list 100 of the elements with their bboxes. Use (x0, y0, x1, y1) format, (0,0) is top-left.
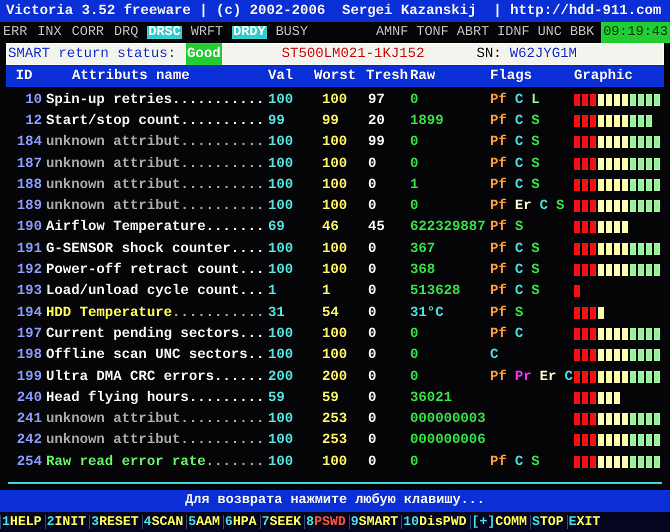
function-key[interactable]: [+]COMM (470, 515, 527, 529)
worst-cell-text: 46 (321, 220, 340, 234)
flag-label: Pf (490, 284, 507, 298)
function-key[interactable]: 7SEEK (260, 515, 302, 529)
status-indicator: BBK (568, 26, 596, 40)
threshold-cell-text: 99 (367, 135, 386, 150)
function-key[interactable]: 6HPA (222, 515, 257, 529)
flag-label: Pf (490, 242, 507, 256)
attribute-id: 242 (16, 433, 42, 448)
column-header: Attributs name (71, 69, 191, 83)
attribute-name: unknown attribut.......... (46, 156, 264, 171)
threshold-cell-text: 0 (367, 433, 378, 448)
flag-label: S (531, 242, 540, 256)
function-key[interactable]: STOP (530, 515, 564, 529)
flag-label: S (556, 199, 564, 214)
value-cell-text: 59 (268, 390, 286, 405)
flag-label: C (514, 156, 524, 171)
attribute-name: Spin-up retries........... (46, 92, 264, 107)
function-key[interactable]: 2INIT (44, 515, 86, 529)
function-key[interactable]: 4SCAN (142, 515, 184, 529)
attribute-id: 193 (16, 284, 42, 298)
worst-cell-text: 100 (321, 454, 348, 469)
attribute-id: 188 (16, 178, 42, 192)
dot-leader: ....... (206, 454, 264, 469)
worst-cell-text: 253 (321, 433, 348, 448)
flag-label: S (531, 114, 540, 128)
value-cell-text: 100 (268, 135, 294, 150)
flag-label: C (514, 284, 524, 298)
value-cell-text: 100 (268, 199, 294, 214)
threshold-cell-text: 0 (367, 242, 378, 256)
worst-cell-text: 100 (321, 156, 348, 171)
column-header: Worst (314, 69, 358, 83)
attribute-id: 194 (16, 306, 42, 320)
message-bar: Для возврата нажмите любую клавишу... (0, 490, 670, 512)
serial-label: SN: (476, 47, 502, 61)
flag-label: Pf (490, 92, 507, 107)
function-key[interactable]: 9SMART (348, 515, 398, 529)
attribute-id: 197 (16, 326, 42, 341)
flag-label: C (514, 135, 524, 150)
attribute-id: 254 (16, 454, 42, 469)
attribute-name: unknown attribut.......... (46, 178, 264, 192)
worst-cell-text: 100 (321, 326, 348, 341)
function-key[interactable]: 3RESET (89, 515, 139, 529)
flag-label: C (514, 263, 524, 278)
threshold-cell-text: 0 (367, 284, 378, 298)
flag-label: Pf (490, 370, 507, 384)
flag-label: Pf (490, 326, 507, 341)
threshold-cell-text: 0 (367, 370, 378, 384)
attribute-name: unknown attribut.......... (46, 135, 264, 150)
smart-status-value: Good (186, 43, 222, 65)
column-header: Graphic (574, 69, 634, 83)
attribute-id: 198 (16, 348, 42, 362)
attribute-name: unknown attribut.......... (46, 433, 264, 448)
worst-cell-text: 253 (321, 412, 348, 426)
threshold-cell-text: 0 (367, 199, 378, 214)
threshold-cell-text: 0 (367, 412, 378, 426)
raw-cell-text: 0 (410, 199, 420, 214)
column-header: Raw (410, 69, 436, 83)
attribute-name: Airflow Temperature....... (46, 220, 264, 234)
value-cell-text: 100 (268, 156, 294, 171)
attribute-id: 187 (16, 156, 42, 171)
function-key[interactable]: 10DisPWD (401, 515, 467, 529)
attribute-id: 10 (25, 92, 42, 107)
status-indicator: IDNF (496, 26, 531, 40)
raw-cell-text: 000000006 (410, 433, 487, 448)
raw-cell-text: 0 (410, 454, 420, 469)
function-key[interactable]: 5AAM (186, 515, 220, 529)
function-key[interactable]: 1HELP (0, 515, 42, 529)
attribute-name: Offline scan UNC sectors.. (46, 348, 264, 362)
worst-cell-text: 100 (321, 92, 348, 107)
flag-label: C (514, 242, 524, 256)
flag-label: C (514, 178, 524, 192)
value-cell-text: 31 (268, 306, 286, 320)
status-indicator: DRSC (147, 26, 182, 40)
function-key[interactable]: EXIT (566, 515, 600, 529)
attribute-id: 189 (16, 199, 42, 214)
value-cell-text: 100 (268, 178, 294, 192)
column-header: Tresh (366, 69, 410, 83)
flag-label: Er (540, 370, 556, 384)
attribute-name: G-SENSOR shock counter.... (46, 242, 264, 256)
threshold-cell-text: 0 (367, 263, 378, 278)
worst-cell-text: 200 (321, 370, 348, 384)
flag-label: C (514, 326, 524, 341)
raw-cell-text: 367 (410, 242, 436, 256)
flag-label: C (540, 199, 548, 214)
status-indicator: ABRT (456, 26, 490, 40)
threshold-cell-text: 0 (367, 326, 378, 341)
attribute-name: Head flying hours......... (46, 390, 264, 405)
status-indicator: INX (36, 26, 63, 40)
value-cell-text: 100 (268, 433, 294, 448)
column-header: Val (268, 69, 294, 83)
attribute-name: unknown attribut.......... (46, 412, 264, 426)
function-key[interactable]: 8PSWD (304, 515, 346, 529)
attribute-id: 184 (16, 135, 42, 150)
value-cell-text: 100 (268, 454, 294, 469)
worst-cell-text: 1 (321, 284, 332, 298)
worst-cell-text: 100 (321, 242, 348, 256)
value-cell-text: 100 (268, 412, 294, 426)
flag-label: S (514, 306, 524, 320)
raw-cell-text: 0 (410, 135, 420, 150)
